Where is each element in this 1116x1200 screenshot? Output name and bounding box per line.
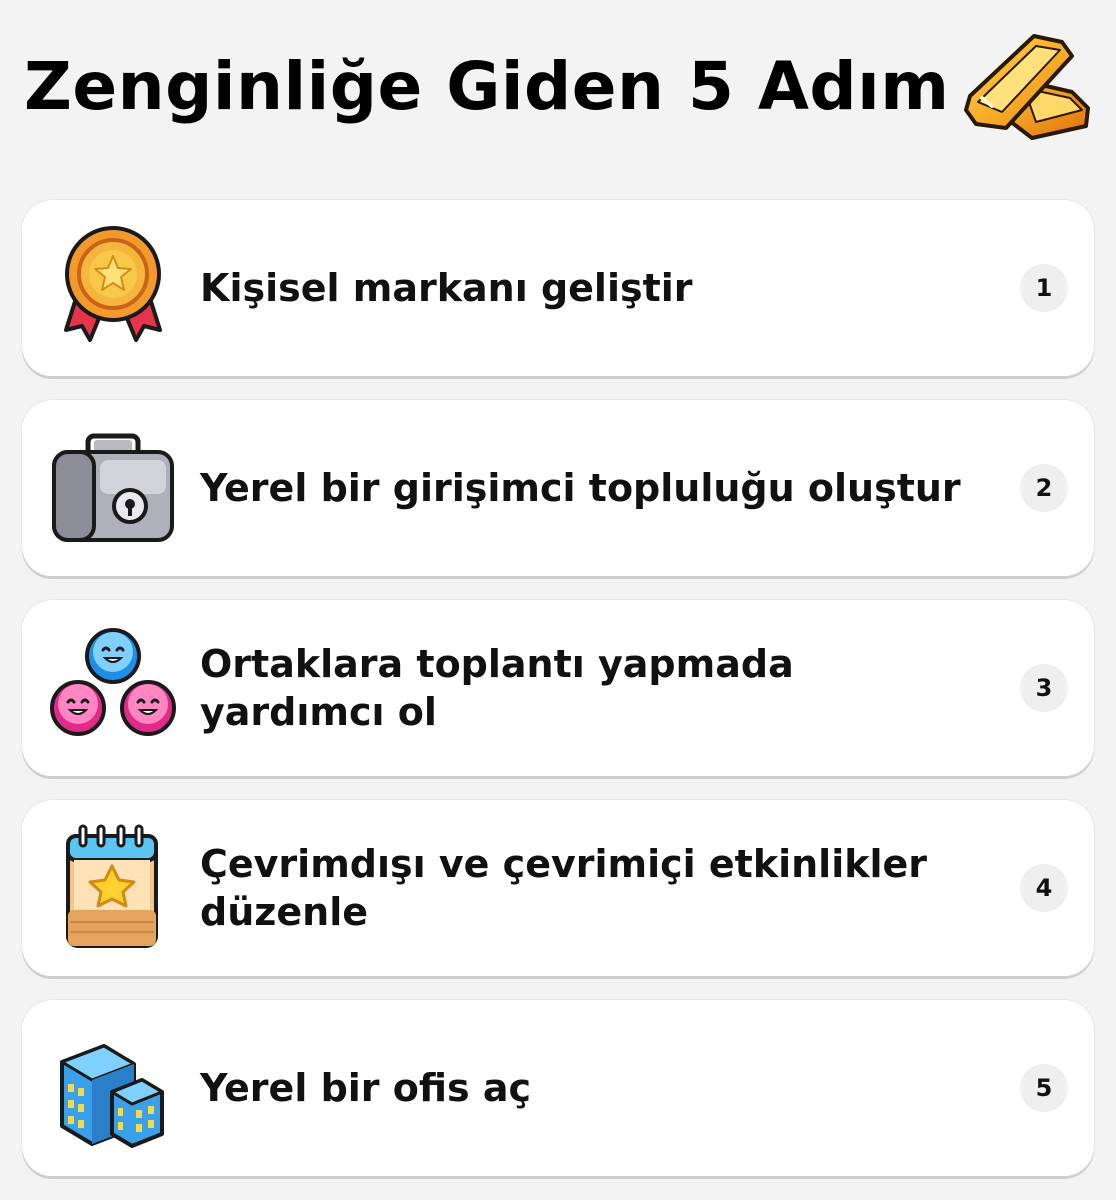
briefcase-icon — [48, 422, 178, 552]
step-number-badge: 1 — [1020, 264, 1068, 312]
step-label: Çevrimdışı ve çevrimiçi etkinlikler düze… — [200, 842, 928, 934]
gold-bars-icon — [962, 28, 1092, 148]
medal-icon — [48, 222, 178, 352]
people-icon — [48, 622, 178, 752]
step-number-badge: 4 — [1020, 864, 1068, 912]
step-number-badge: 2 — [1020, 464, 1068, 512]
step-number-badge: 5 — [1020, 1064, 1068, 1112]
step-card-3[interactable]: Ortaklara toplantı yapmada yardımcı ol 3 — [22, 600, 1094, 776]
buildings-icon — [48, 1022, 178, 1152]
step-number-badge: 3 — [1020, 664, 1068, 712]
step-card-4[interactable]: Çevrimdışı ve çevrimiçi etkinlikler düze… — [22, 800, 1094, 976]
step-card-2[interactable]: Yerel bir girişimci topluluğu oluştur 2 — [22, 400, 1094, 576]
step-label: Yerel bir girişimci topluluğu oluştur — [200, 466, 961, 510]
page-title: Zenginliğe Giden 5 Adım — [24, 48, 950, 125]
step-label: Kişisel markanı geliştir — [200, 266, 693, 310]
step-label: Yerel bir ofis aç — [200, 1066, 532, 1110]
step-card-5[interactable]: Yerel bir ofis aç 5 — [22, 1000, 1094, 1176]
step-card-1[interactable]: Kişisel markanı geliştir 1 — [22, 200, 1094, 376]
step-label: Ortaklara toplantı yapmada yardımcı ol — [200, 642, 794, 734]
calendar-icon — [48, 822, 178, 952]
